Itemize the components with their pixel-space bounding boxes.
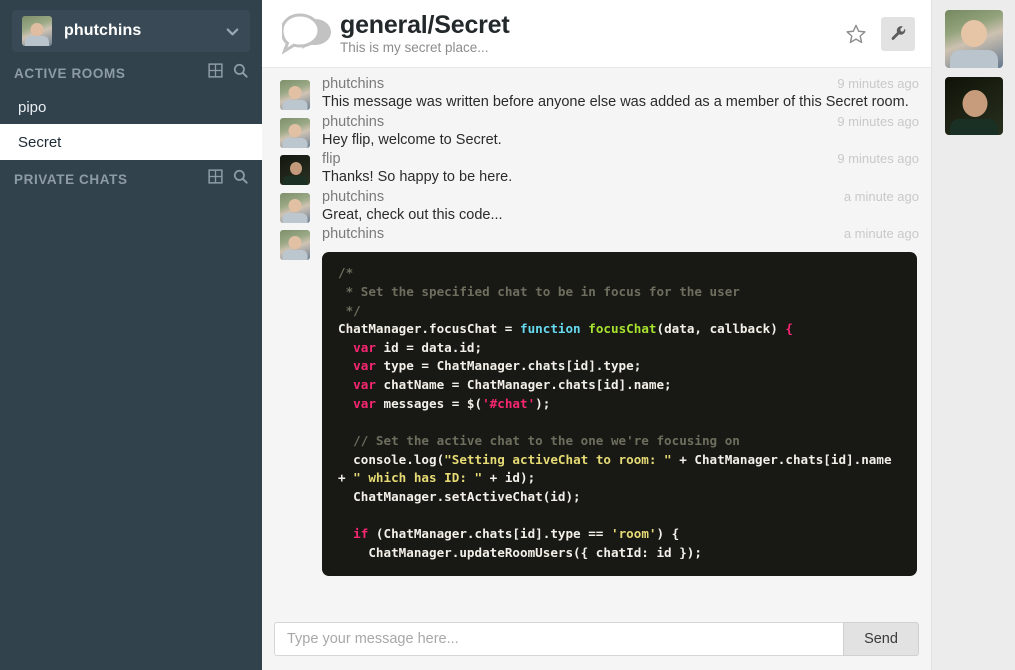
message-body: phutchins a minute ago Great, check out … (322, 189, 919, 226)
message-author: phutchins (322, 189, 844, 205)
message-body: phutchins 9 minutes ago This message was… (322, 76, 919, 113)
message-body: phutchins 9 minutes ago Hey flip, welcom… (322, 114, 919, 151)
avatar (280, 155, 310, 185)
section-header-active-rooms: ACTIVE ROOMS (0, 58, 262, 88)
avatar (280, 118, 310, 148)
message-timestamp: a minute ago (844, 226, 919, 241)
message-row: phutchins a minute ago Great, check out … (262, 189, 931, 226)
chat-header-text: general/Secret This is my secret place..… (340, 12, 839, 55)
message-text: Hey flip, welcome to Secret. (322, 131, 919, 151)
message-row: phutchins a minute ago /* * Set the spec… (262, 226, 931, 580)
add-box-icon[interactable] (208, 169, 223, 189)
message-body: flip 9 minutes ago Thanks! So happy to b… (322, 151, 919, 188)
sidebar-room-secret[interactable]: Secret (0, 124, 270, 160)
section-title-active-rooms: ACTIVE ROOMS (14, 66, 208, 81)
active-rooms-list: pipo Secret (0, 88, 262, 160)
message-meta: flip 9 minutes ago (322, 151, 919, 167)
search-icon[interactable] (233, 63, 248, 83)
message-author: phutchins (322, 114, 837, 130)
message-meta: phutchins 9 minutes ago (322, 114, 919, 130)
sidebar-room-pipo[interactable]: pipo (0, 90, 262, 124)
search-icon[interactable] (233, 169, 248, 189)
chat-header: general/Secret This is my secret place..… (262, 0, 931, 68)
message-row: phutchins 9 minutes ago Hey flip, welcom… (262, 114, 931, 151)
avatar (280, 80, 310, 110)
chat-bubbles-icon (280, 12, 336, 56)
send-button[interactable]: Send (843, 622, 919, 656)
message-timestamp: a minute ago (844, 189, 919, 204)
page-title: general/Secret (340, 12, 839, 38)
message-row: phutchins 9 minutes ago This message was… (262, 76, 931, 113)
section-actions-private-chats (208, 169, 248, 189)
avatar (280, 230, 310, 260)
add-box-icon[interactable] (208, 63, 223, 83)
message-row: flip 9 minutes ago Thanks! So happy to b… (262, 151, 931, 188)
chat-app: phutchins ACTIVE ROOMS (0, 0, 1015, 670)
private-chats-list (0, 194, 262, 196)
message-composer: Send (262, 608, 931, 670)
message-author: phutchins (322, 226, 844, 242)
section-header-private-chats: PRIVATE CHATS (0, 164, 262, 194)
main-panel: general/Secret This is my secret place..… (262, 0, 932, 670)
section-actions-active-rooms (208, 63, 248, 83)
message-author: flip (322, 151, 837, 167)
left-sidebar: phutchins ACTIVE ROOMS (0, 0, 262, 670)
message-meta: phutchins 9 minutes ago (322, 76, 919, 92)
code-snippet: /* * Set the specified chat to be in foc… (322, 252, 917, 576)
avatar (280, 193, 310, 223)
message-text: Great, check out this code... (322, 206, 919, 226)
message-text: This message was written before anyone e… (322, 93, 919, 113)
message-text: Thanks! So happy to be here. (322, 168, 919, 188)
member-avatar-phutchins[interactable] (945, 10, 1003, 68)
member-avatar-flip[interactable] (945, 77, 1003, 135)
message-input[interactable] (274, 622, 843, 656)
star-outline-icon[interactable] (839, 17, 873, 51)
room-topic: This is my secret place... (340, 40, 839, 55)
chevron-down-icon[interactable] (224, 23, 240, 39)
message-author: phutchins (322, 76, 837, 92)
chat-header-actions (839, 17, 915, 51)
section-title-private-chats: PRIVATE CHATS (14, 172, 208, 187)
current-user-avatar (22, 16, 52, 46)
sidebar-room-label: Secret (18, 134, 61, 151)
sidebar-room-label: pipo (18, 99, 46, 116)
message-body: phutchins a minute ago /* * Set the spec… (322, 226, 919, 580)
message-timestamp: 9 minutes ago (837, 151, 919, 166)
current-user-menu[interactable]: phutchins (12, 10, 250, 52)
message-meta: phutchins a minute ago (322, 189, 919, 205)
message-timestamp: 9 minutes ago (837, 114, 919, 129)
message-timestamp: 9 minutes ago (837, 76, 919, 91)
current-user-name: phutchins (64, 22, 224, 40)
wrench-icon[interactable] (881, 17, 915, 51)
room-members-sidebar (932, 0, 1015, 670)
message-meta: phutchins a minute ago (322, 226, 919, 242)
message-list[interactable]: phutchins 9 minutes ago This message was… (262, 68, 931, 608)
